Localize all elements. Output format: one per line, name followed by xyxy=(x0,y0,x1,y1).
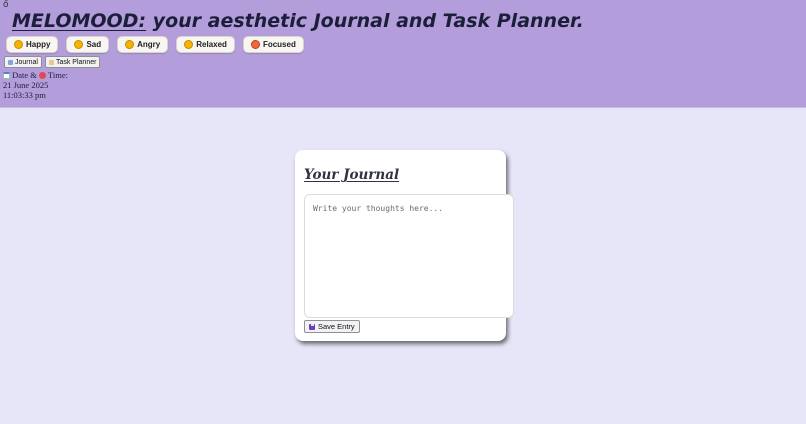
grinning-face-icon xyxy=(14,40,23,49)
save-entry-button[interactable]: Save Entry xyxy=(304,320,360,333)
tab-journal[interactable]: Journal xyxy=(4,56,42,68)
tab-label: Journal xyxy=(15,58,38,66)
angry-face-icon xyxy=(125,40,135,49)
mood-button-relaxed[interactable]: Relaxed xyxy=(176,36,235,53)
journal-title: Your Journal xyxy=(304,167,400,183)
current-time: 11:03:33 pm xyxy=(3,90,46,100)
tagline: your aesthetic Journal and Task Planner. xyxy=(146,10,584,32)
save-entry-label: Save Entry xyxy=(318,322,355,331)
corner-glyph: ő xyxy=(3,0,9,10)
mood-button-sad[interactable]: Sad xyxy=(66,36,110,53)
mood-label: Happy xyxy=(26,40,51,49)
mood-selector: Happy Sad Angry Relaxed Focused xyxy=(6,36,304,53)
focused-face-icon xyxy=(250,40,260,49)
alarm-clock-icon xyxy=(39,72,47,79)
notepad-icon xyxy=(48,59,54,65)
notebook-icon xyxy=(8,59,13,65)
app-header: ő MELOMOOD: your aesthetic Journal and T… xyxy=(0,0,806,108)
date-label: Date & xyxy=(12,70,40,80)
journal-textarea[interactable] xyxy=(304,194,514,318)
sad-face-icon xyxy=(74,40,84,49)
mood-label: Angry xyxy=(137,40,161,49)
calendar-icon xyxy=(3,72,10,79)
relieved-face-icon xyxy=(184,40,194,49)
date-time-display: Date & Time: 21 June 2025 11:03:33 pm xyxy=(3,70,68,100)
floppy-disk-icon xyxy=(309,323,315,330)
tab-task-planner[interactable]: Task Planner xyxy=(44,56,101,68)
mood-button-angry[interactable]: Angry xyxy=(117,36,169,53)
journal-card: Your Journal Save Entry xyxy=(295,150,514,341)
brand-name: MELOMOOD: xyxy=(12,10,147,32)
view-tabs: Journal Task Planner xyxy=(4,56,101,68)
mood-label: Focused xyxy=(262,40,296,49)
time-label: Time: xyxy=(48,70,69,80)
mood-label: Sad xyxy=(86,40,102,49)
date-time-label: Date & Time: xyxy=(3,70,68,80)
page-title: MELOMOOD: your aesthetic Journal and Tas… xyxy=(12,10,584,32)
tab-label: Task Planner xyxy=(55,58,97,66)
mood-button-focused[interactable]: Focused xyxy=(242,36,304,53)
mood-label: Relaxed xyxy=(196,40,227,49)
current-date: 21 June 2025 xyxy=(3,80,49,90)
mood-button-happy[interactable]: Happy xyxy=(6,36,59,53)
